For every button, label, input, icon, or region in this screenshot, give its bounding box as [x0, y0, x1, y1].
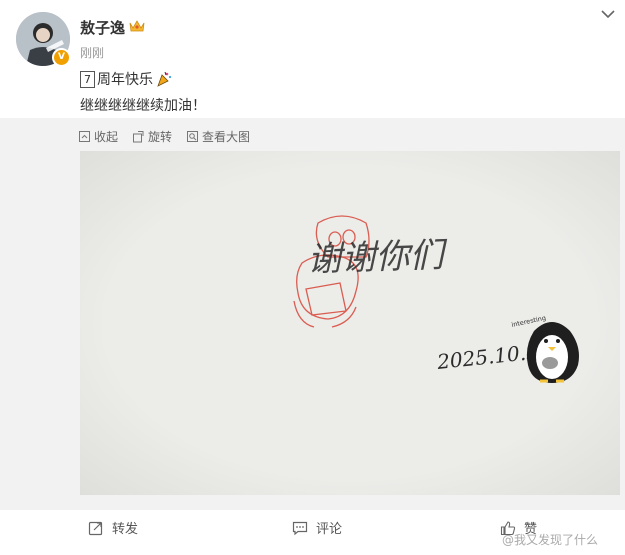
handwritten-text: 谢谢你们 — [307, 235, 449, 280]
collapse-button[interactable]: 收起 — [78, 128, 118, 145]
post-photo[interactable]: 谢谢你们 2025.10.31. interesting — [80, 151, 620, 495]
comment-icon — [292, 521, 308, 535]
post-text-line2: 继继继继继续加油！ — [80, 98, 206, 114]
repost-button[interactable]: 转发 — [88, 518, 138, 537]
view-large-label: 查看大图 — [202, 130, 251, 144]
media-toolbar: 收起 旋转 查看大图 — [78, 128, 264, 145]
collapse-label: 收起 — [94, 130, 119, 144]
view-large-button[interactable]: 查看大图 — [186, 128, 250, 145]
rotate-label: 旋转 — [148, 130, 173, 144]
post-text-line1: 7 周年快乐 — [80, 69, 172, 89]
party-popper-icon — [157, 71, 172, 87]
verified-badge-icon: V — [52, 48, 71, 67]
comment-label: 评论 — [316, 522, 343, 537]
watermark: @我又发现了什么 — [502, 533, 599, 547]
view-large-icon — [187, 131, 199, 142]
comment-button[interactable]: 评论 — [292, 518, 342, 537]
collapse-icon — [79, 131, 90, 142]
rotate-icon — [133, 131, 144, 143]
post-text-anniversary: 周年快乐 — [97, 72, 153, 88]
username[interactable]: 敖子逸 — [80, 17, 125, 38]
rotate-button[interactable]: 旋转 — [132, 128, 172, 145]
repost-icon — [88, 521, 103, 535]
post-time: 刚刚 — [80, 46, 105, 60]
crown-icon — [129, 20, 145, 32]
chevron-down-icon[interactable] — [601, 9, 615, 19]
avatar[interactable]: V — [16, 12, 71, 67]
boxed-number: 7 — [80, 70, 95, 88]
repost-label: 转发 — [112, 522, 139, 537]
